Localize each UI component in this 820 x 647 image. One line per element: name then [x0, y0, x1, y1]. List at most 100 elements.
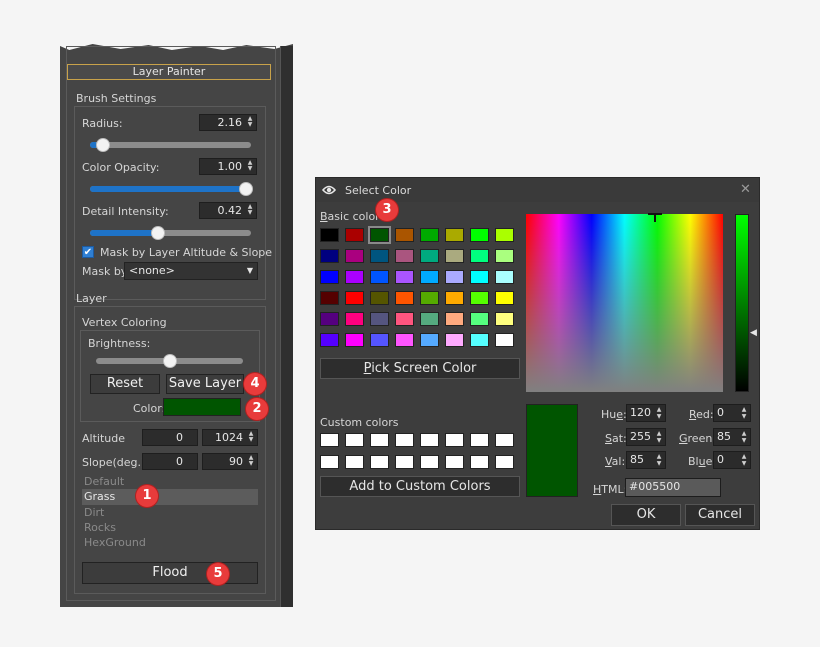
basic-color-swatch[interactable]	[420, 291, 439, 305]
basic-color-swatch[interactable]	[395, 333, 414, 347]
radius-slider-handle[interactable]	[95, 138, 110, 152]
basic-color-swatch[interactable]	[395, 312, 414, 326]
basic-color-swatch[interactable]	[470, 249, 489, 263]
custom-color-swatch[interactable]	[420, 455, 439, 469]
detail-intensity-slider[interactable]	[90, 230, 251, 236]
red-spinbox[interactable]: 0 ▲ ▼	[713, 404, 751, 422]
val-spinbox[interactable]: 85 ▲ ▼	[626, 451, 666, 469]
basic-color-swatch[interactable]	[345, 312, 364, 326]
custom-color-swatch[interactable]	[320, 455, 339, 469]
layer-item-dirt[interactable]: Dirt	[84, 506, 104, 519]
basic-color-swatch[interactable]	[420, 249, 439, 263]
basic-color-swatch[interactable]	[395, 249, 414, 263]
custom-color-swatch[interactable]	[370, 455, 389, 469]
basic-color-swatch[interactable]	[368, 226, 391, 244]
html-input[interactable]: #005500	[625, 478, 721, 497]
altitude-min-spinbox[interactable]: 0	[142, 429, 198, 446]
panel-scrollbar[interactable]	[280, 46, 293, 607]
basic-color-swatch[interactable]	[370, 249, 389, 263]
layer-item-grass[interactable]: Grass	[84, 490, 115, 503]
pick-screen-color-button[interactable]: Pick Screen Color	[320, 358, 520, 379]
green-spinbox[interactable]: 85 ▲ ▼	[713, 428, 751, 446]
spin-arrows-icon[interactable]: ▲ ▼	[739, 453, 749, 468]
basic-color-swatch[interactable]	[445, 270, 464, 284]
basic-color-swatch[interactable]	[445, 333, 464, 347]
altitude-max-spinbox[interactable]: 1024 ▲ ▼	[202, 429, 258, 446]
color-swatch-button[interactable]	[163, 398, 241, 416]
custom-color-swatch[interactable]	[370, 433, 389, 447]
spin-arrows-icon[interactable]: ▲ ▼	[654, 430, 664, 445]
color-opacity-spinbox[interactable]: 1.00 ▲ ▼	[199, 158, 257, 175]
custom-color-swatch[interactable]	[320, 433, 339, 447]
mask-by-select[interactable]: <none> ▼	[124, 262, 258, 280]
custom-color-swatch[interactable]	[470, 433, 489, 447]
flood-button[interactable]: Flood	[82, 562, 258, 584]
custom-color-swatch[interactable]	[495, 433, 514, 447]
spin-arrows-icon[interactable]: ▲ ▼	[245, 116, 255, 129]
value-pointer-icon[interactable]: ◀	[750, 328, 757, 338]
blue-spinbox[interactable]: 0 ▲ ▼	[713, 451, 751, 469]
custom-color-swatch[interactable]	[395, 455, 414, 469]
slope-min-spinbox[interactable]: 0	[142, 453, 198, 470]
basic-color-swatch[interactable]	[445, 228, 464, 242]
basic-color-swatch[interactable]	[420, 270, 439, 284]
spin-arrows-icon[interactable]: ▲ ▼	[739, 430, 749, 445]
hue-saturation-spectrum[interactable]	[526, 214, 723, 392]
basic-color-swatch[interactable]	[320, 312, 339, 326]
basic-color-swatch[interactable]	[445, 312, 464, 326]
basic-color-swatch[interactable]	[445, 291, 464, 305]
value-slider[interactable]	[735, 214, 749, 392]
sat-spinbox[interactable]: 255 ▲ ▼	[626, 428, 666, 446]
slope-max-spinbox[interactable]: 90 ▲ ▼	[202, 453, 258, 470]
color-opacity-slider-handle[interactable]	[239, 182, 253, 196]
basic-color-swatch[interactable]	[345, 249, 364, 263]
spin-arrows-icon[interactable]: ▲ ▼	[739, 406, 749, 421]
add-to-custom-colors-button[interactable]: Add to Custom Colors	[320, 476, 520, 497]
brightness-slider-handle[interactable]	[162, 354, 177, 368]
basic-color-swatch[interactable]	[470, 270, 489, 284]
save-layer-button[interactable]: Save Layer	[166, 374, 244, 394]
basic-color-swatch[interactable]	[370, 312, 389, 326]
layer-item-hexground[interactable]: HexGround	[84, 536, 146, 549]
custom-color-swatch[interactable]	[445, 455, 464, 469]
layer-item-rocks[interactable]: Rocks	[84, 521, 116, 534]
basic-color-swatch[interactable]	[395, 228, 414, 242]
mask-checkbox[interactable]: ✔	[82, 246, 94, 258]
custom-color-swatch[interactable]	[495, 455, 514, 469]
hue-spinbox[interactable]: 120 ▲ ▼	[626, 404, 666, 422]
basic-color-swatch[interactable]	[320, 270, 339, 284]
basic-color-swatch[interactable]	[320, 249, 339, 263]
radius-slider[interactable]	[90, 142, 251, 148]
detail-intensity-spinbox[interactable]: 0.42 ▲ ▼	[199, 202, 257, 219]
basic-color-swatch[interactable]	[495, 249, 514, 263]
basic-color-swatch[interactable]	[370, 291, 389, 305]
custom-color-swatch[interactable]	[345, 455, 364, 469]
basic-color-swatch[interactable]	[395, 291, 414, 305]
basic-color-swatch[interactable]	[420, 312, 439, 326]
spin-arrows-icon[interactable]: ▲ ▼	[246, 431, 256, 444]
basic-color-swatch[interactable]	[345, 228, 364, 242]
basic-color-swatch[interactable]	[495, 333, 514, 347]
spin-arrows-icon[interactable]: ▲ ▼	[246, 455, 256, 468]
cancel-button[interactable]: Cancel	[685, 504, 755, 526]
basic-color-swatch[interactable]	[345, 291, 364, 305]
basic-color-swatch[interactable]	[320, 291, 339, 305]
basic-color-swatch[interactable]	[495, 228, 514, 242]
custom-color-swatch[interactable]	[345, 433, 364, 447]
basic-color-swatch[interactable]	[320, 228, 339, 242]
basic-color-swatch[interactable]	[470, 312, 489, 326]
basic-color-swatch[interactable]	[470, 228, 489, 242]
basic-color-swatch[interactable]	[420, 333, 439, 347]
custom-color-swatch[interactable]	[395, 433, 414, 447]
basic-color-swatch[interactable]	[495, 291, 514, 305]
basic-color-swatch[interactable]	[445, 249, 464, 263]
custom-color-swatch[interactable]	[445, 433, 464, 447]
layer-item-default[interactable]: Default	[84, 475, 124, 488]
basic-color-swatch[interactable]	[420, 228, 439, 242]
basic-color-swatch[interactable]	[470, 291, 489, 305]
basic-color-swatch[interactable]	[370, 333, 389, 347]
basic-color-swatch[interactable]	[495, 270, 514, 284]
radius-spinbox[interactable]: 2.16 ▲ ▼	[199, 114, 257, 131]
spin-arrows-icon[interactable]: ▲ ▼	[245, 204, 255, 217]
spin-arrows-icon[interactable]: ▲ ▼	[245, 160, 255, 173]
